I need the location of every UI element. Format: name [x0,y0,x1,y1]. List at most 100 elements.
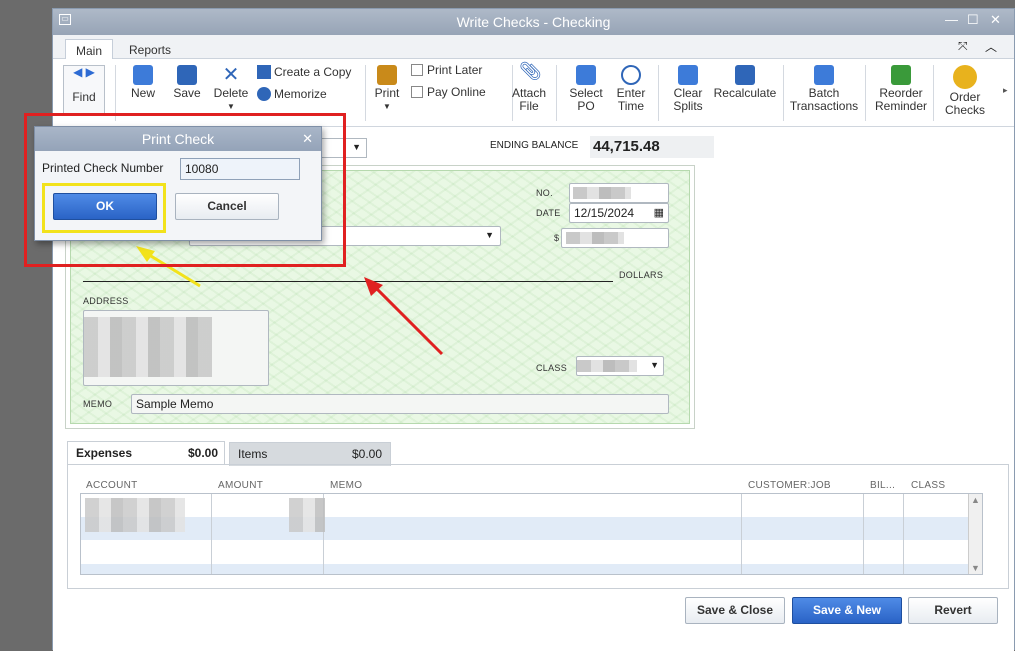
print-later-checkbox[interactable]: Print Later [411,64,503,77]
save-close-button[interactable]: Save & Close [685,597,785,624]
tab-items[interactable]: Items $0.00 [229,442,391,466]
save-disk-icon [177,65,197,85]
reorder-label-2: Reminder [874,99,928,113]
redacted-region [566,232,624,244]
calendar-icon[interactable]: ▦ [654,206,664,219]
batch-icon [814,65,834,85]
print-label: Print [374,86,400,100]
prev-next-arrows-icon[interactable]: ◀ ▶ [64,66,104,79]
column-header-billable[interactable]: BIL... [870,480,895,491]
column-header-account[interactable]: ACCOUNT [86,480,138,491]
column-header-amount[interactable]: AMOUNT [218,480,263,491]
batch-label-2: Transactions [789,99,859,113]
tab-expenses[interactable]: Expenses $0.00 [67,441,225,465]
new-button[interactable]: New [125,65,161,100]
delete-button[interactable]: ✕ Delete ▼ [211,65,251,113]
order-label-2: Checks [944,103,985,117]
grid-scrollbar[interactable]: ▲ ▼ [968,494,982,574]
new-document-icon [133,65,153,85]
printer-icon [377,65,397,85]
tab-main[interactable]: Main [65,39,114,59]
redacted-region [85,498,185,532]
toolbar: ◀ ▶ Find New Save ✕ Delete ▼ Create a Co… [53,59,1014,127]
window-title: Write Checks - Checking [456,14,611,30]
redacted-region [289,498,325,532]
bank-account-dropdown[interactable]: ▼ [321,138,367,158]
amount-field[interactable] [561,228,669,248]
create-copy-button[interactable]: Create a Copy [257,65,357,79]
memorize-button[interactable]: Memorize [257,87,357,101]
ok-button[interactable]: OK [53,193,157,220]
pay-online-checkbox[interactable]: Pay Online [411,86,503,99]
attach-file-button[interactable]: 📎︎ Attach File [511,61,547,113]
find-label: Find [72,90,96,104]
title-bar: ▭ Write Checks - Checking — ☐ ✕ [53,9,1014,35]
address-label: ADDRESS [83,296,129,306]
address-field[interactable] [83,310,269,386]
expenses-tab-amount: $0.00 [187,446,218,460]
order-checks-icon [953,65,977,89]
class-dropdown[interactable]: ▼ [576,356,664,376]
select-po-button[interactable]: Select PO [568,65,604,113]
print-later-label: Print Later [427,63,483,77]
select-label-2: PO [577,99,595,113]
calculator-icon [735,65,755,85]
check-no-label: NO. [536,188,553,198]
enter-time-button[interactable]: Enter Time [613,65,649,113]
class-label: CLASS [536,363,568,373]
pay-online-label: Pay Online [427,85,486,99]
memo-label: MEMO [83,399,113,409]
stopwatch-icon [621,65,641,85]
scroll-down-icon[interactable]: ▼ [971,563,980,573]
print-button[interactable]: Print ▼ [371,65,403,113]
ending-balance-label: ENDING BALANCE [490,140,579,151]
purchase-order-icon [576,65,596,85]
enter-label-2: Time [617,99,645,113]
grid-body[interactable]: ▲ ▼ [80,493,983,575]
items-tab-amount: $0.00 [351,447,382,461]
reorder-reminder-button[interactable]: Reorder Reminder [873,65,929,113]
recalculate-label: Recalculate [713,86,777,100]
tab-reports[interactable]: Reports [119,39,181,59]
delete-label: Delete [213,86,249,100]
cancel-button[interactable]: Cancel [175,193,279,220]
toolbar-more-icon[interactable]: ▸ [1003,85,1008,96]
save-button[interactable]: Save [169,65,205,100]
close-icon[interactable]: ✕ [990,12,1001,28]
expand-icon[interactable]: ⤧ [958,39,968,54]
memo-value: Sample Memo [136,397,214,411]
dialog-close-icon[interactable]: ✕ [302,131,313,147]
create-copy-label: Create a Copy [274,65,352,79]
revert-button[interactable]: Revert [908,597,998,624]
table-row[interactable] [81,564,982,574]
column-header-customer-job[interactable]: CUSTOMER:JOB [748,480,831,491]
check-number-field[interactable] [569,183,669,203]
save-label: Save [173,86,201,100]
column-header-memo[interactable]: MEMO [330,480,362,491]
memo-field[interactable]: Sample Memo [131,394,669,414]
clear-splits-button[interactable]: Clear Splits [670,65,706,113]
paperclip-icon: 📎︎ [519,61,542,81]
chevron-down-icon: ▼ [485,230,494,240]
column-header-class[interactable]: CLASS [911,480,945,491]
check-number-input[interactable]: 10080 [180,158,300,180]
copy-icon [257,65,271,79]
amount-dollar-label: $ [554,233,560,243]
find-button[interactable]: ◀ ▶ Find [63,65,105,115]
collapse-ribbon-icon[interactable]: ︿ [985,38,997,55]
ribbon-tabs: Main Reports ⤧ ︿ [53,35,1014,59]
dollars-label: DOLLARS [619,270,664,280]
chevron-down-icon: ▼ [650,360,659,370]
order-checks-button[interactable]: Order Checks [939,65,991,117]
maximize-icon[interactable]: ☐ [967,12,979,28]
amount-words-line [83,281,613,282]
ending-balance-value: 44,715.48 [590,136,714,158]
recalculate-button[interactable]: Recalculate [713,65,777,100]
attach-label-2: File [519,99,539,113]
batch-transactions-button[interactable]: Batch Transactions [789,65,859,113]
date-field[interactable]: 12/15/2024 ▦ [569,203,669,223]
save-new-button[interactable]: Save & New [792,597,902,624]
table-row[interactable] [81,517,982,540]
minimize-icon[interactable]: — [945,12,958,27]
scroll-up-icon[interactable]: ▲ [971,495,980,505]
